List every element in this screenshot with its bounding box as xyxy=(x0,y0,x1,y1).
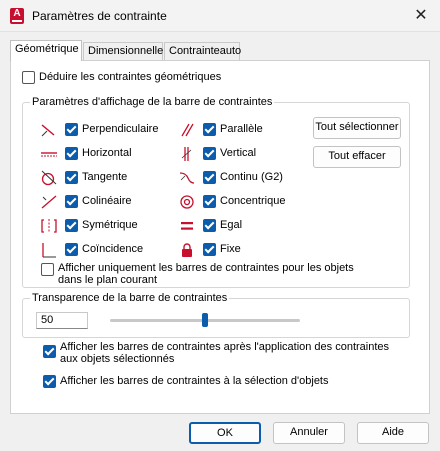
equal-label: Egal xyxy=(220,219,243,231)
collinear-checkbox[interactable] xyxy=(65,195,78,208)
tangent-checkbox[interactable] xyxy=(65,171,78,184)
parallel-label: Parallèle xyxy=(220,123,263,135)
clear-all-button[interactable]: Tout effacer xyxy=(313,146,401,168)
tab-geometrique[interactable]: Géométrique xyxy=(10,40,82,61)
horizontal-icon xyxy=(41,152,57,157)
vertical-icon xyxy=(181,147,192,161)
close-button[interactable]: ✕ xyxy=(410,6,432,26)
autocad-app-icon: A xyxy=(10,8,24,24)
help-button[interactable]: Aide xyxy=(357,422,429,444)
smooth-checkbox[interactable] xyxy=(203,171,216,184)
show-after-apply-checkbox[interactable] xyxy=(43,345,56,358)
display-settings-title: Paramètres d'affichage de la barre de co… xyxy=(30,96,275,108)
infer-constraints-checkbox[interactable] xyxy=(22,71,35,84)
cancel-button[interactable]: Annuler xyxy=(273,422,345,444)
transparency-slider-thumb[interactable] xyxy=(202,313,208,327)
show-on-select-checkbox[interactable] xyxy=(43,375,56,388)
tangent-label: Tangente xyxy=(82,171,128,183)
symmetric-checkbox[interactable] xyxy=(65,219,78,232)
smooth-label: Continu (G2) xyxy=(220,171,283,183)
perpendicular-label: Perpendiculaire xyxy=(82,123,159,135)
tab-contrainteauto[interactable]: Contrainteauto xyxy=(164,42,241,60)
tab-dimensionnelle[interactable]: Dimensionnelle xyxy=(83,42,163,60)
window-title: Paramètres de contrainte xyxy=(32,9,167,23)
collinear-label: Colinéaire xyxy=(82,195,132,207)
parallel-icon xyxy=(181,123,194,137)
smooth-icon xyxy=(179,172,195,184)
vertical-checkbox[interactable] xyxy=(203,147,216,160)
lock-icon xyxy=(182,243,192,257)
ok-button[interactable]: OK xyxy=(189,422,261,444)
show-after-apply-label-line2: aux objets sélectionnés xyxy=(60,353,175,365)
current-plane-checkbox[interactable] xyxy=(41,263,54,276)
vertical-label: Vertical xyxy=(220,147,257,159)
infer-constraints-label: Déduire les contraintes géométriques xyxy=(39,71,222,83)
perpendicular-icon xyxy=(41,124,55,137)
concentric-checkbox[interactable] xyxy=(203,195,216,208)
concentric-icon xyxy=(180,195,194,209)
horizontal-checkbox[interactable] xyxy=(65,147,78,160)
symmetric-icon xyxy=(41,219,57,233)
perpendicular-checkbox[interactable] xyxy=(65,123,78,136)
coincident-checkbox[interactable] xyxy=(65,243,78,256)
current-plane-label-line2: dans le plan courant xyxy=(58,274,158,286)
equal-icon xyxy=(181,222,193,230)
coincident-icon xyxy=(42,243,56,258)
horizontal-label: Horizontal xyxy=(82,147,132,159)
transparency-title: Transparence de la barre de contraintes xyxy=(30,292,230,304)
fix-checkbox[interactable] xyxy=(203,243,216,256)
symmetric-label: Symétrique xyxy=(82,219,138,231)
fix-label: Fixe xyxy=(220,243,241,255)
concentric-label: Concentrique xyxy=(220,195,286,207)
tangent-icon xyxy=(41,170,57,186)
transparency-value-input[interactable]: 50 xyxy=(36,312,88,329)
coincident-label: Coïncidence xyxy=(82,243,144,255)
show-on-select-label: Afficher les barres de contraintes à la … xyxy=(60,375,329,387)
equal-checkbox[interactable] xyxy=(203,219,216,232)
collinear-icon xyxy=(41,195,57,209)
title-bar: A Paramètres de contrainte ✕ xyxy=(0,0,440,32)
select-all-button[interactable]: Tout sélectionner xyxy=(313,117,401,139)
parallel-checkbox[interactable] xyxy=(203,123,216,136)
